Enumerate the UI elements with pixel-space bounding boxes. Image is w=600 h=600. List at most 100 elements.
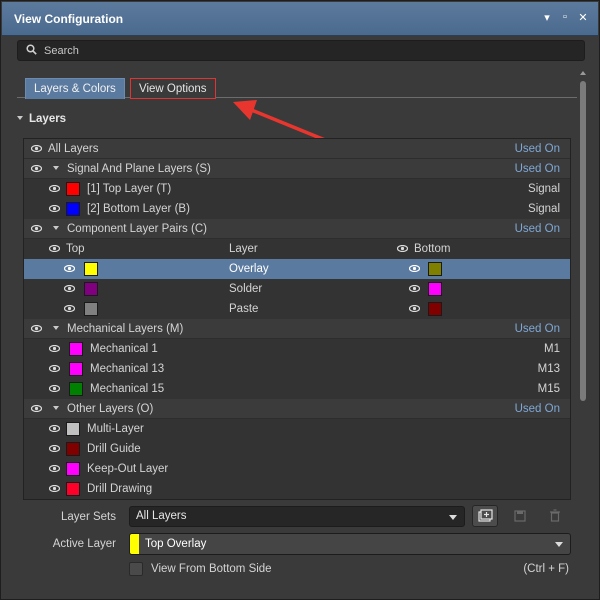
expand-triangle-icon[interactable] (53, 159, 65, 179)
color-swatch[interactable] (66, 202, 80, 216)
all-layers-label: All Layers (48, 143, 99, 155)
tab-bar: Layers & Colors View Options (17, 74, 577, 99)
layer-row-drill-drawing[interactable]: Drill Drawing (24, 479, 570, 499)
component-pair-row-solder[interactable]: Solder (24, 279, 570, 299)
scrollbar-thumb[interactable] (580, 81, 586, 401)
active-layer-dropdown[interactable]: Top Overlay (129, 533, 571, 555)
bottom-color-swatch[interactable] (428, 262, 442, 276)
component-pairs-group-row[interactable]: Component Layer Pairs (C) Used On (24, 219, 570, 239)
search-input[interactable] (44, 43, 564, 58)
eye-icon[interactable] (49, 205, 60, 212)
layer-row-mechanical-15[interactable]: Mechanical 15 M15 (24, 379, 570, 399)
eye-icon[interactable] (64, 305, 75, 312)
color-swatch[interactable] (66, 422, 80, 436)
eye-icon[interactable] (31, 225, 42, 232)
eye-icon[interactable] (31, 325, 42, 332)
signal-plane-group-row[interactable]: Signal And Plane Layers (S) Used On (24, 159, 570, 179)
other-group-label: Other Layers (O) (67, 403, 154, 415)
eye-icon[interactable] (49, 465, 60, 472)
save-layer-set-button[interactable] (507, 505, 533, 527)
layer-label: Keep-Out Layer (87, 463, 169, 475)
eye-icon[interactable] (31, 165, 42, 172)
eye-icon[interactable] (49, 365, 60, 372)
expand-triangle-icon[interactable] (53, 399, 65, 419)
eye-icon[interactable] (49, 485, 60, 492)
eye-icon[interactable] (409, 265, 420, 272)
other-layers-group-row[interactable]: Other Layers (O) Used On (24, 399, 570, 419)
eye-icon[interactable] (49, 385, 60, 392)
layer-label: Mechanical 1 (90, 343, 158, 355)
eye-icon[interactable] (49, 185, 60, 192)
restore-icon[interactable]: ▫ (558, 11, 572, 23)
add-layer-set-button[interactable] (472, 505, 498, 527)
used-on-dropdown[interactable]: Used On (515, 159, 560, 179)
layer-row-mechanical-1[interactable]: Mechanical 1 M1 (24, 339, 570, 359)
view-from-bottom-label: View From Bottom Side (151, 563, 272, 575)
mechanical-group-row[interactable]: Mechanical Layers (M) Used On (24, 319, 570, 339)
bottom-color-swatch[interactable] (428, 302, 442, 316)
eye-icon[interactable] (397, 245, 408, 252)
eye-icon[interactable] (64, 285, 75, 292)
expand-triangle-icon[interactable] (53, 219, 65, 239)
layers-section-title: Layers (29, 113, 67, 125)
top-color-swatch[interactable] (84, 302, 98, 316)
eye-icon[interactable] (31, 145, 42, 152)
eye-icon[interactable] (64, 265, 75, 272)
color-swatch[interactable] (66, 442, 80, 456)
color-swatch[interactable] (69, 382, 83, 396)
layer-sets-label: Layer Sets (61, 511, 116, 523)
close-icon[interactable]: ✕ (576, 11, 590, 24)
layer-row-drill-guide[interactable]: Drill Guide (24, 439, 570, 459)
tab-view-options[interactable]: View Options (130, 78, 216, 99)
active-layer-label: Active Layer (52, 538, 116, 550)
eye-icon[interactable] (409, 285, 420, 292)
bottom-color-swatch[interactable] (428, 282, 442, 296)
layer-row-bottom-layer[interactable]: [2] Bottom Layer (B) Signal (24, 199, 570, 219)
color-swatch[interactable] (66, 482, 80, 496)
color-swatch[interactable] (69, 342, 83, 356)
view-from-bottom-checkbox[interactable] (129, 562, 143, 576)
eye-icon[interactable] (409, 305, 420, 312)
signal-group-label: Signal And Plane Layers (S) (67, 163, 211, 175)
used-on-dropdown[interactable]: Used On (515, 399, 560, 419)
layer-row-keep-out-layer[interactable]: Keep-Out Layer (24, 459, 570, 479)
search-box (17, 40, 585, 61)
component-pair-row-overlay[interactable]: Overlay (24, 259, 570, 279)
layer-used-on: M15 (537, 383, 560, 395)
save-icon (514, 510, 526, 522)
component-pair-row-paste[interactable]: Paste (24, 299, 570, 319)
layers-section-header[interactable]: Layers (17, 113, 66, 125)
color-swatch[interactable] (66, 182, 80, 196)
top-color-swatch[interactable] (84, 282, 98, 296)
chevron-down-icon (449, 515, 457, 520)
layer-row-multi-layer[interactable]: Multi-Layer (24, 419, 570, 439)
trash-icon (550, 509, 560, 522)
used-on-dropdown[interactable]: Used On (515, 219, 560, 239)
used-on-dropdown[interactable]: Used On (515, 139, 560, 159)
mechanical-group-label: Mechanical Layers (M) (67, 323, 184, 335)
delete-layer-set-button[interactable] (542, 505, 568, 527)
color-swatch[interactable] (66, 462, 80, 476)
all-layers-row[interactable]: All Layers Used On (24, 139, 570, 159)
top-color-swatch[interactable] (84, 262, 98, 276)
layer-used-on: Signal (528, 203, 560, 215)
layer-sets-dropdown[interactable]: All Layers (129, 506, 465, 527)
expand-triangle-icon[interactable] (53, 319, 65, 339)
used-on-dropdown[interactable]: Used On (515, 319, 560, 339)
eye-icon[interactable] (49, 425, 60, 432)
scroll-up-icon[interactable] (578, 69, 588, 77)
layer-label: Drill Drawing (87, 483, 153, 495)
active-layer-value: Top Overlay (145, 538, 207, 550)
eye-icon[interactable] (49, 445, 60, 452)
layer-row-top-layer[interactable]: [1] Top Layer (T) Signal (24, 179, 570, 199)
layer-row-mechanical-13[interactable]: Mechanical 13 M13 (24, 359, 570, 379)
title-bar[interactable]: View Configuration ▾ ▫ ✕ (2, 2, 598, 36)
eye-icon[interactable] (49, 345, 60, 352)
layers-list: All Layers Used On Signal And Plane Laye… (23, 138, 571, 500)
color-swatch[interactable] (69, 362, 83, 376)
pin-dropdown-icon[interactable]: ▾ (540, 11, 554, 24)
eye-icon[interactable] (31, 405, 42, 412)
eye-icon[interactable] (49, 245, 60, 252)
vertical-scrollbar[interactable] (578, 69, 588, 589)
tab-layers-colors[interactable]: Layers & Colors (25, 78, 125, 99)
